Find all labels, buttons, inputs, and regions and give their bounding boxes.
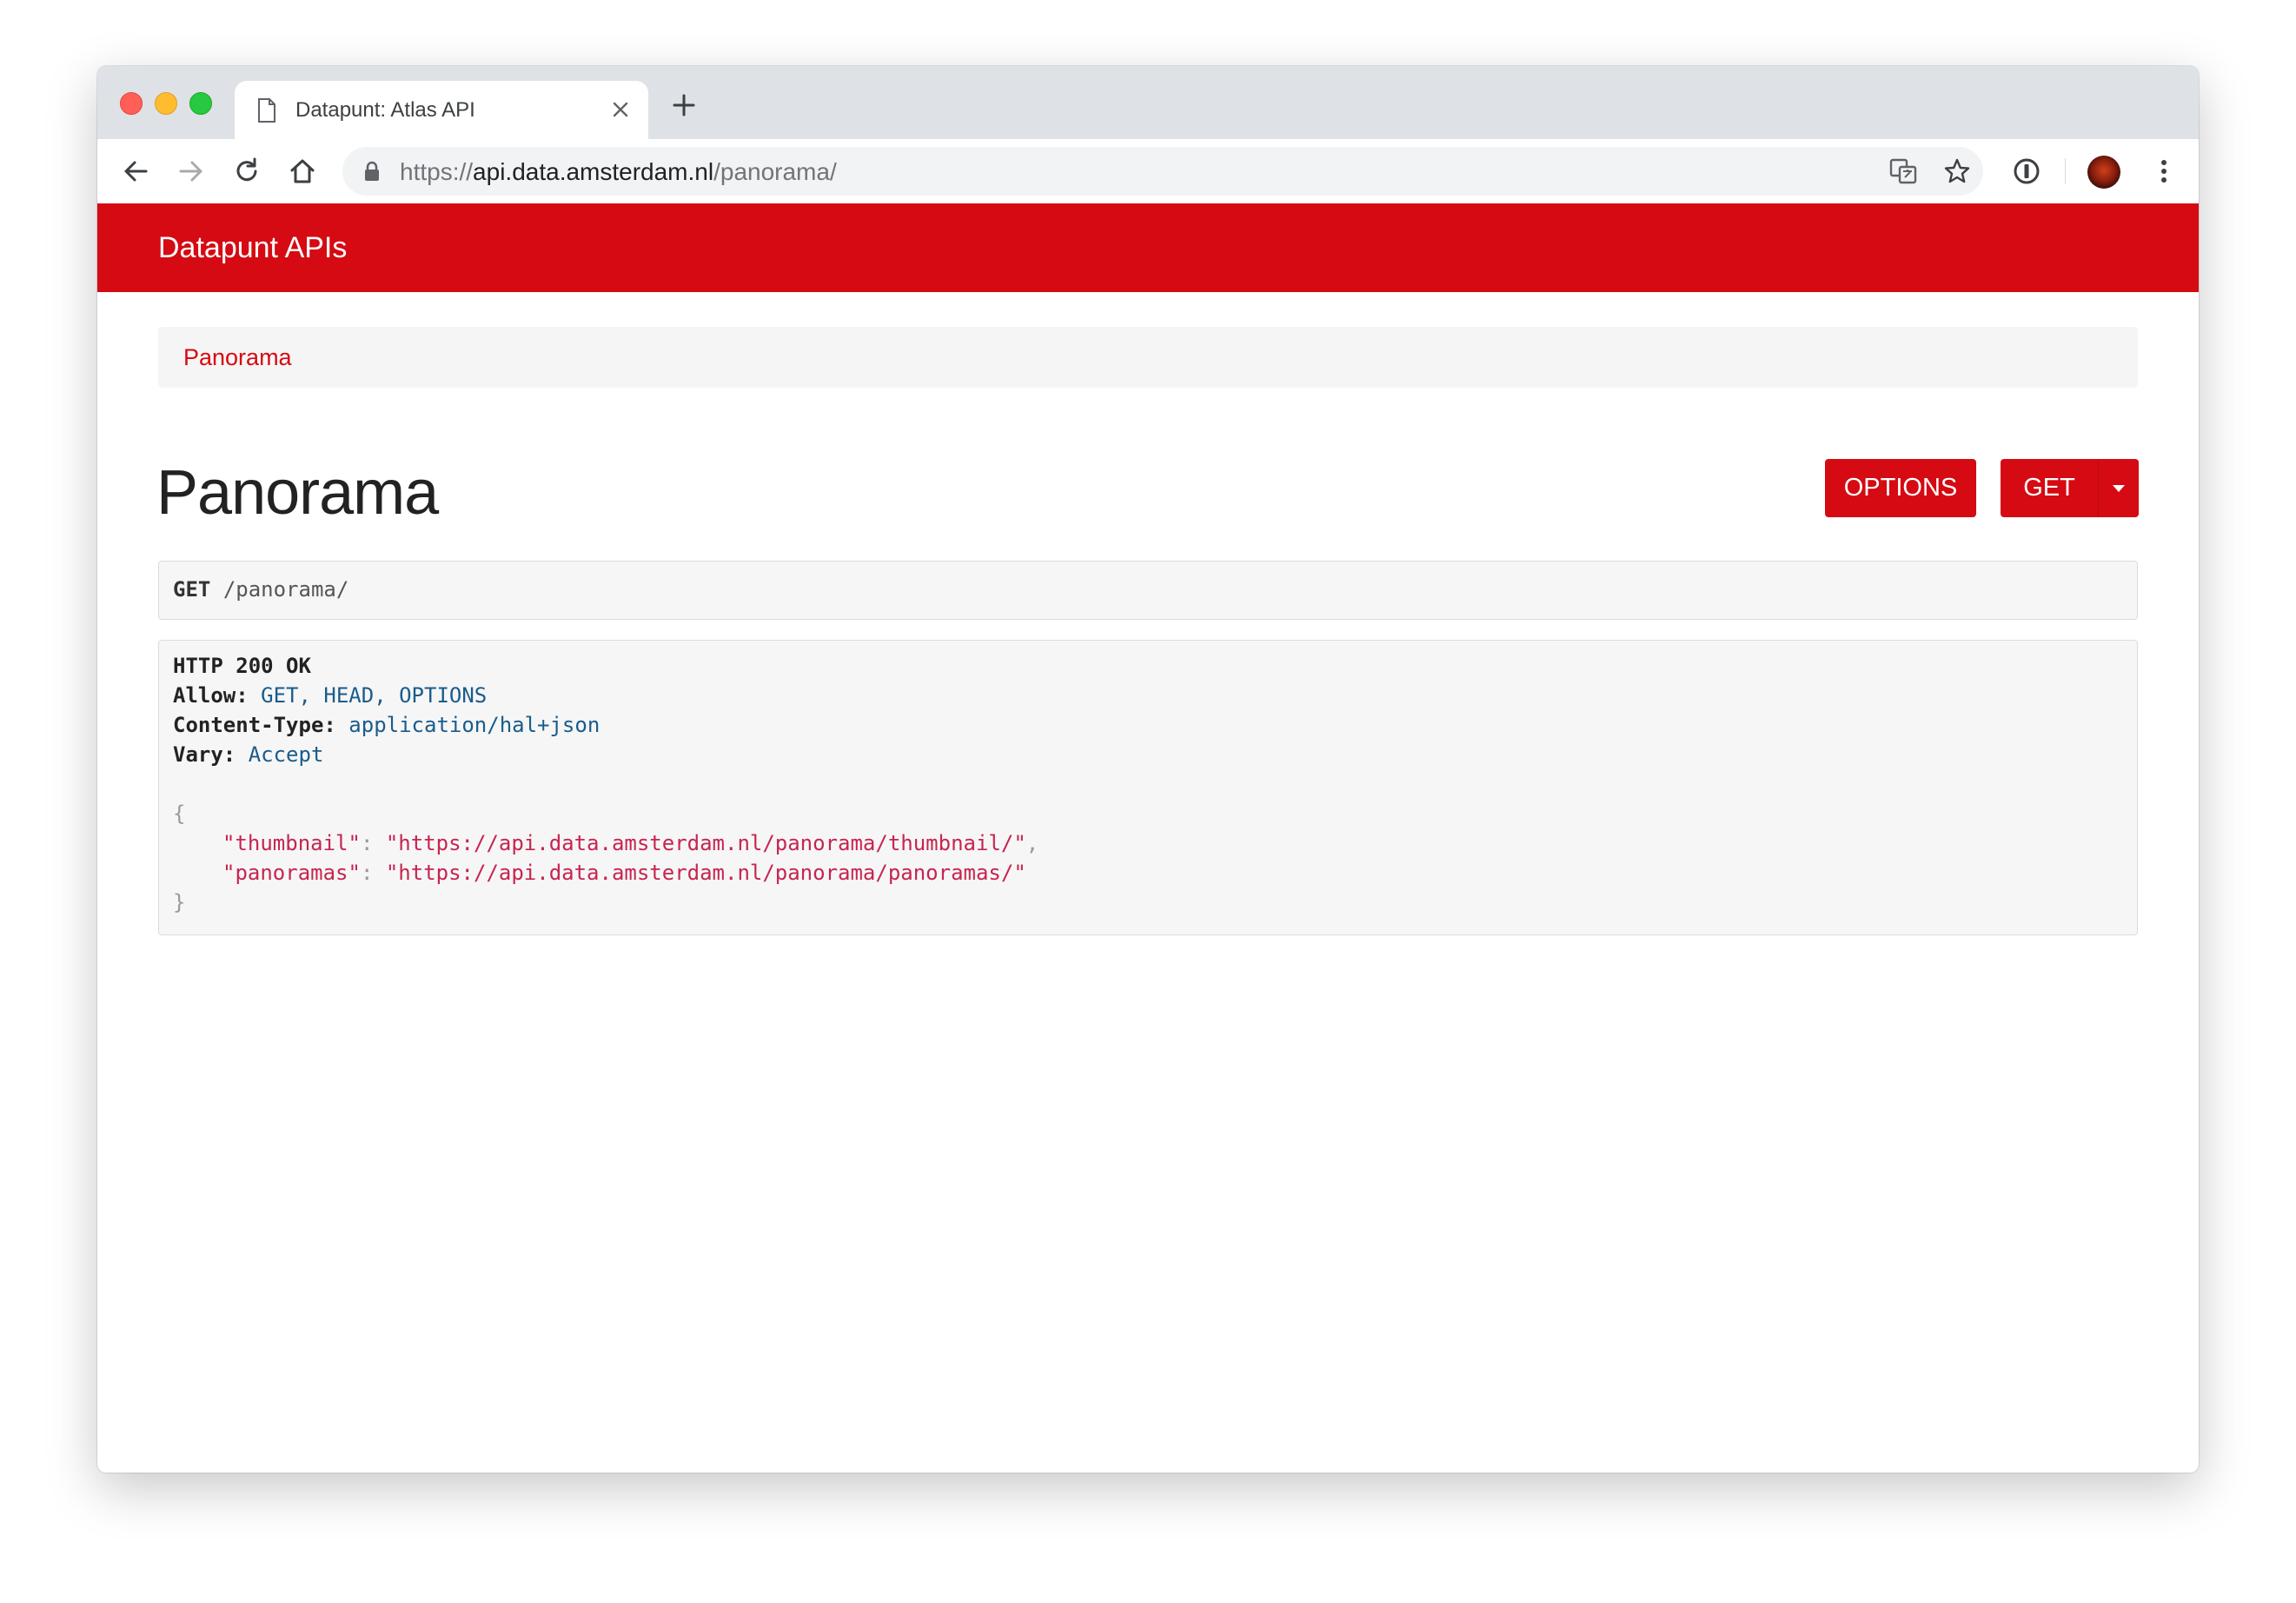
- reload-icon[interactable]: [231, 156, 262, 187]
- translate-icon[interactable]: [1889, 157, 1917, 185]
- tab-strip: Datapunt: Atlas API: [97, 66, 2199, 139]
- response-header: Content-Type: application/hal+json: [173, 713, 601, 737]
- address-bar[interactable]: https://api.data.amsterdam.nl/panorama/: [342, 147, 1983, 196]
- close-icon[interactable]: [608, 97, 633, 122]
- json-entry: "thumbnail": "https://api.data.amsterdam…: [222, 831, 1039, 855]
- extension-icon[interactable]: [2011, 156, 2042, 187]
- minimize-window-button[interactable]: [155, 92, 177, 115]
- profile-avatar[interactable]: [2087, 156, 2120, 189]
- brand-link[interactable]: Datapunt APIs: [158, 231, 347, 265]
- tab-active[interactable]: Datapunt: Atlas API: [235, 81, 648, 139]
- document-icon: [257, 98, 276, 127]
- browser-window: Datapunt: Atlas API https://api.data.ams…: [97, 66, 2199, 1473]
- zoom-window-button[interactable]: [189, 92, 212, 115]
- close-window-button[interactable]: [120, 92, 143, 115]
- get-format-dropdown[interactable]: [2098, 459, 2139, 517]
- response-header: Allow: GET, HEAD, OPTIONS: [173, 683, 488, 708]
- back-arrow-icon[interactable]: [120, 156, 151, 187]
- response-info: HTTP 200 OK Allow: GET, HEAD, OPTIONS Co…: [158, 640, 2138, 935]
- site-navbar: Datapunt APIs: [97, 203, 2199, 292]
- options-button[interactable]: OPTIONS: [1825, 459, 1976, 517]
- lock-icon[interactable]: [363, 161, 381, 186]
- more-menu-icon[interactable]: [2148, 156, 2180, 187]
- thumbnail-link[interactable]: "https://api.data.amsterdam.nl/panorama/…: [386, 831, 1026, 855]
- request-method: GET: [173, 577, 211, 602]
- browser-toolbar: https://api.data.amsterdam.nl/panorama/: [97, 139, 2199, 204]
- json-open-brace: {: [173, 802, 186, 826]
- response-header: Vary: Accept: [173, 742, 324, 767]
- home-icon[interactable]: [287, 156, 318, 187]
- request-path: /panorama/: [222, 577, 349, 602]
- request-line: GET /panorama/: [173, 577, 348, 602]
- response-status: HTTP 200 OK: [173, 654, 311, 678]
- json-entry: "panoramas": "https://api.data.amsterdam…: [222, 861, 1026, 885]
- json-close-brace: }: [173, 890, 186, 915]
- breadcrumb: Panorama: [158, 327, 2138, 388]
- page-title: Panorama: [156, 458, 439, 528]
- request-info: GET /panorama/: [158, 561, 2138, 620]
- caret-down-icon: [2113, 485, 2125, 492]
- breadcrumb-item-panorama[interactable]: Panorama: [183, 344, 292, 371]
- new-tab-button[interactable]: [671, 92, 697, 118]
- get-button[interactable]: GET: [2001, 459, 2098, 517]
- url-text[interactable]: https://api.data.amsterdam.nl/panorama/: [400, 158, 837, 186]
- forward-arrow-icon[interactable]: [176, 156, 207, 187]
- bookmark-star-icon[interactable]: [1943, 157, 1971, 185]
- tab-title: Datapunt: Atlas API: [295, 98, 475, 122]
- panoramas-link[interactable]: "https://api.data.amsterdam.nl/panorama/…: [386, 861, 1026, 885]
- toolbar-divider: [2065, 158, 2066, 184]
